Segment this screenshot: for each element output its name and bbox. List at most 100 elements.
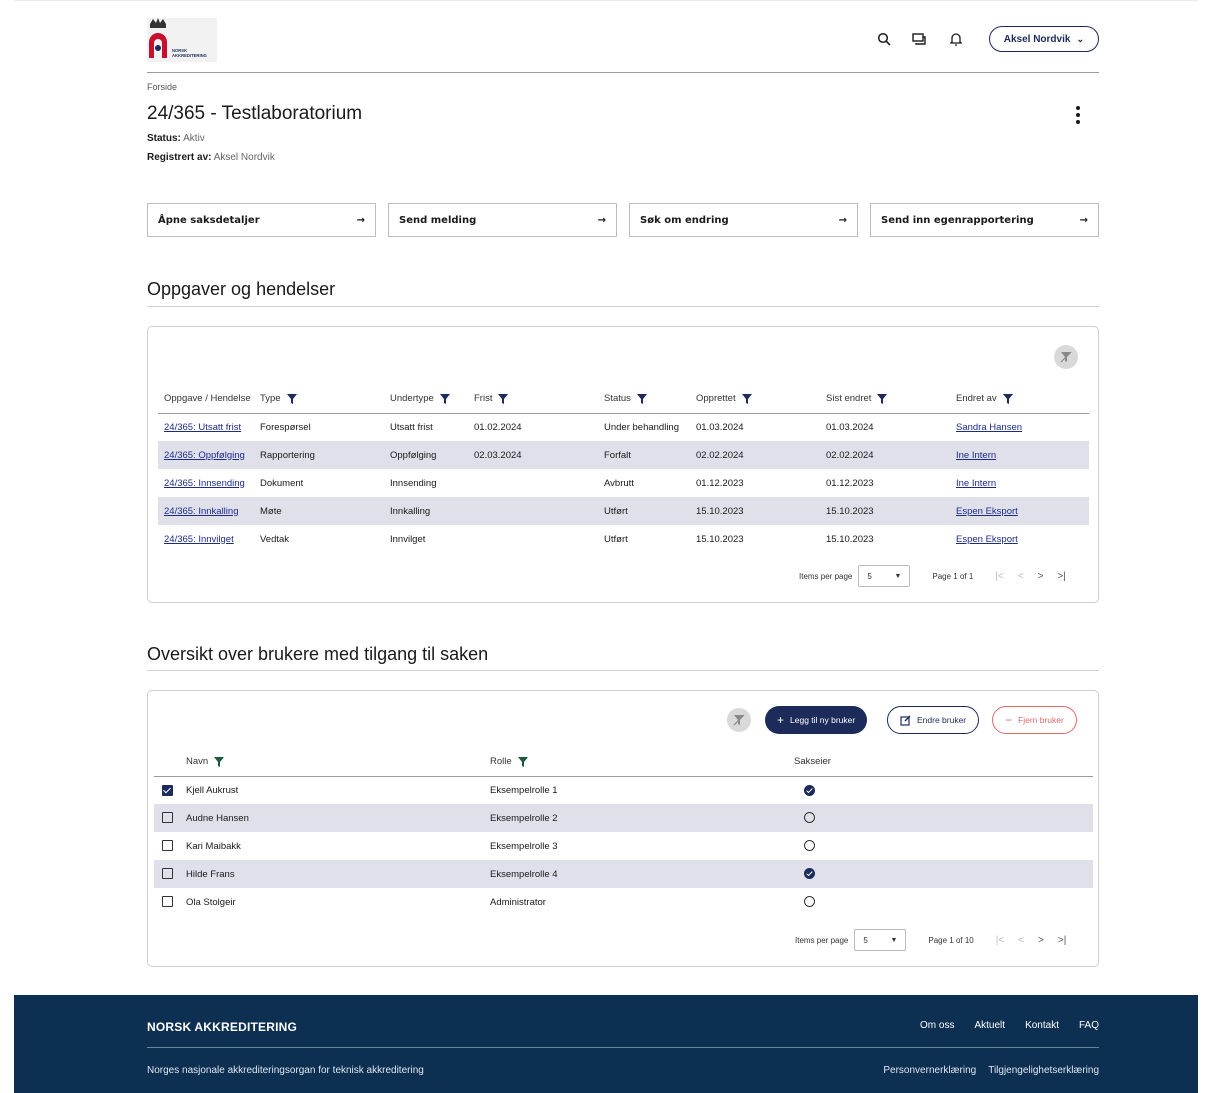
column-header[interactable]: Type — [260, 385, 390, 413]
filter-icon — [741, 393, 752, 404]
items-per-page-select[interactable]: 5 ▼ — [854, 929, 907, 951]
task-link[interactable]: 24/365: Oppfølging — [164, 450, 245, 461]
plus-icon: + — [777, 713, 785, 727]
last-page-icon[interactable]: >| — [1058, 935, 1066, 946]
row-checkbox[interactable] — [162, 896, 173, 908]
footer-link-about[interactable]: Om oss — [920, 1020, 954, 1031]
action-label: Send inn egenrapportering — [881, 214, 1034, 226]
request-change-button[interactable]: Søk om endring → — [629, 203, 858, 237]
type-cell: Møte — [260, 505, 282, 517]
column-header[interactable]: Sist endret — [826, 385, 956, 413]
table-row: 24/365: Innvilget Vedtak Innvilget Utfør… — [158, 525, 1089, 553]
add-user-button[interactable]: + Legg til ny bruker — [765, 706, 868, 734]
logo[interactable]: NORSK AKKREDITERING — [147, 18, 217, 62]
privacy-link[interactable]: Personvernerklæring — [883, 1065, 976, 1076]
deadline-cell: 01.02.2024 — [474, 421, 522, 433]
header-divider — [147, 72, 1099, 73]
role-cell: Eksempelrolle 3 — [490, 840, 558, 852]
status-cell: Forfalt — [604, 449, 631, 461]
accessibility-link[interactable]: Tilgjengelighetserklæring — [988, 1065, 1099, 1076]
footer-legal: Personvernerklæring Tilgjengelighetserkl… — [883, 1065, 1099, 1076]
row-checkbox[interactable] — [162, 840, 173, 852]
bell-icon[interactable] — [947, 30, 965, 48]
column-header[interactable]: Undertype — [390, 385, 474, 413]
filter-icon — [214, 756, 225, 767]
task-link[interactable]: 24/365: Innvilget — [164, 534, 234, 545]
filter-icon — [286, 393, 297, 404]
page-nav: |< < > >| — [995, 571, 1066, 582]
footer-link-contact[interactable]: Kontakt — [1025, 1020, 1059, 1031]
open-case-details-button[interactable]: Åpne saksdetaljer → — [147, 203, 376, 237]
owner-radio[interactable] — [804, 784, 815, 796]
user-menu-button[interactable]: Aksel Nordvik ⌄ — [988, 26, 1099, 52]
footer-link-news[interactable]: Aktuelt — [974, 1020, 1005, 1031]
search-icon[interactable] — [875, 30, 893, 48]
row-checkbox[interactable] — [162, 784, 173, 796]
registered-by: Registrert av: Aksel Nordvik — [147, 152, 275, 163]
changed-by-link[interactable]: Ine Intern — [956, 478, 996, 489]
name-cell: Kjell Aukrust — [186, 784, 239, 796]
more-options-icon[interactable] — [1068, 105, 1088, 125]
arrow-right-icon: → — [597, 214, 606, 226]
row-checkbox[interactable] — [162, 812, 173, 824]
submit-self-report-button[interactable]: Send inn egenrapportering → — [870, 203, 1099, 237]
owner-radio[interactable] — [804, 868, 815, 880]
action-label: Åpne saksdetaljer — [158, 214, 260, 226]
prev-page-icon[interactable]: < — [1018, 935, 1024, 946]
users-section-title: Oversikt over brukere med tilgang til sa… — [147, 644, 489, 664]
column-header[interactable]: Navn — [186, 748, 490, 776]
name-cell: Audne Hansen — [186, 812, 249, 824]
filter-clear-icon[interactable] — [727, 708, 751, 732]
status-cell: Avbrutt — [604, 477, 634, 489]
owner-radio[interactable] — [804, 840, 815, 852]
owner-radio[interactable] — [804, 812, 815, 824]
subtype-cell: Oppfølging — [390, 449, 437, 461]
column-header[interactable]: Opprettet — [696, 385, 826, 413]
chat-icon[interactable] — [911, 30, 929, 48]
status-cell: Utført — [604, 533, 628, 545]
items-per-page-label: Items per page — [795, 935, 849, 945]
column-header[interactable]: Frist — [474, 385, 604, 413]
created-cell: 02.02.2024 — [696, 449, 744, 461]
remove-user-button[interactable]: − Fjern bruker — [992, 706, 1077, 734]
footer-link-faq[interactable]: FAQ — [1079, 1020, 1099, 1031]
next-page-icon[interactable]: > — [1038, 935, 1044, 946]
table-header-row: Oppgave / Hendelse Type Undertype Frist … — [158, 385, 1089, 413]
page-indicator: Page 1 of 1 — [932, 571, 974, 581]
send-message-button[interactable]: Send melding → — [388, 203, 617, 237]
column-header[interactable]: Status — [604, 385, 696, 413]
first-page-icon[interactable]: |< — [995, 571, 1003, 582]
status-cell: Under behandling — [604, 421, 680, 433]
owner-radio[interactable] — [804, 896, 815, 908]
next-page-icon[interactable]: > — [1038, 571, 1044, 582]
changed-cell: 15.10.2023 — [826, 533, 874, 545]
changed-by-link[interactable]: Ine Intern — [956, 450, 996, 461]
column-header[interactable]: Rolle — [490, 748, 794, 776]
changed-by-link[interactable]: Espen Eksport — [956, 534, 1018, 545]
last-page-icon[interactable]: >| — [1057, 571, 1065, 582]
column-header[interactable]: Endret av — [956, 385, 1089, 413]
row-checkbox[interactable] — [162, 868, 173, 880]
table-row: Audne Hansen Eksempelrolle 2 — [154, 804, 1093, 832]
users-pagination: Items per page 5 ▼ Page 1 of 10 |< < > >… — [795, 929, 1066, 951]
breadcrumb[interactable]: Forside — [147, 82, 177, 92]
items-per-page-select[interactable]: 5 ▼ — [858, 565, 911, 587]
status-value: Aktiv — [183, 133, 205, 144]
tasks-table: Oppgave / Hendelse Type Undertype Frist … — [158, 385, 1089, 553]
changed-by-link[interactable]: Espen Eksport — [956, 506, 1018, 517]
changed-cell: 02.02.2024 — [826, 449, 874, 461]
filter-clear-icon[interactable] — [1054, 345, 1078, 369]
task-link[interactable]: 24/365: Utsatt frist — [164, 422, 241, 433]
first-page-icon[interactable]: |< — [996, 935, 1004, 946]
tasks-pagination: Items per page 5 ▼ Page 1 of 1 |< < > >| — [799, 565, 1066, 587]
changed-cell: 01.12.2023 — [826, 477, 874, 489]
task-link[interactable]: 24/365: Innsending — [164, 478, 245, 489]
name-cell: Ola Stolgeir — [186, 896, 236, 908]
filter-icon — [1002, 393, 1013, 404]
changed-by-link[interactable]: Sandra Hansen — [956, 422, 1022, 433]
filter-icon — [636, 393, 647, 404]
arrow-right-icon: → — [356, 214, 365, 226]
prev-page-icon[interactable]: < — [1018, 571, 1024, 582]
edit-user-button[interactable]: Endre bruker — [887, 706, 980, 734]
task-link[interactable]: 24/365: Innkalling — [164, 506, 238, 517]
